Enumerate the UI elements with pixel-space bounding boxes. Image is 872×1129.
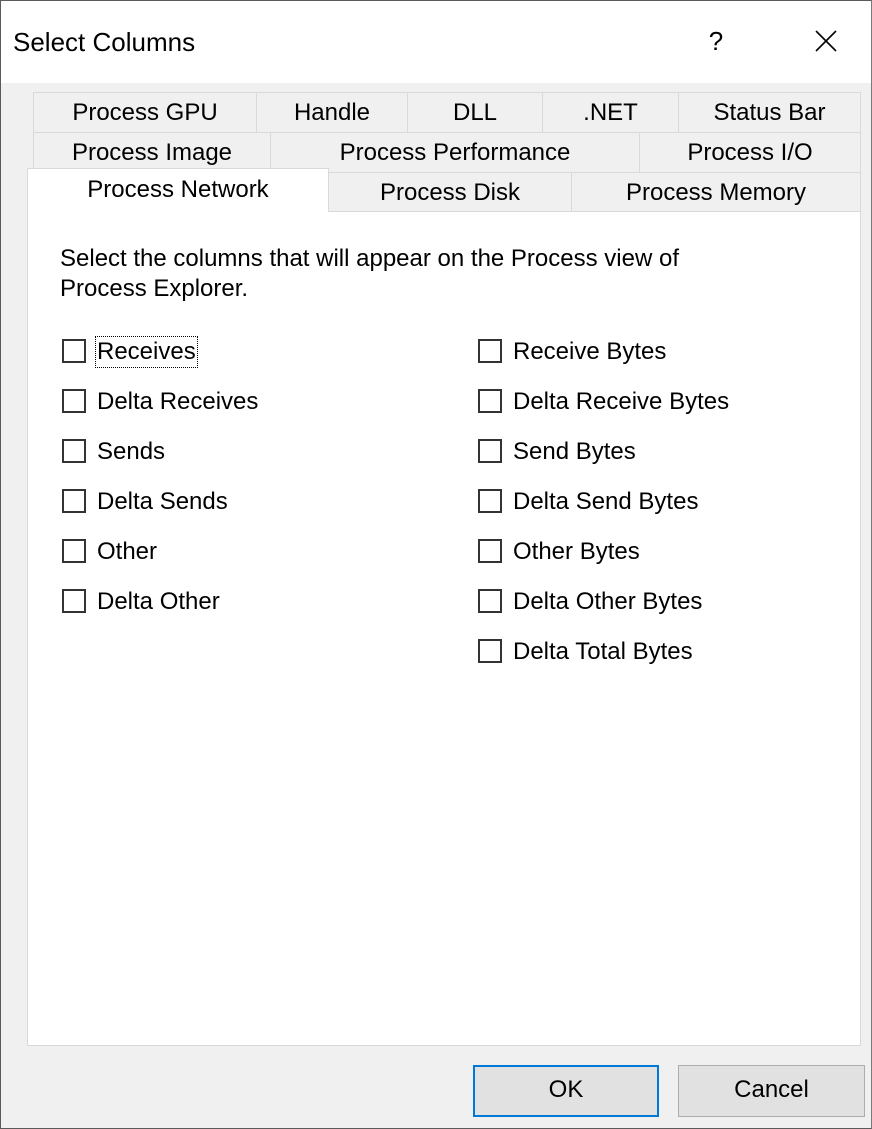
checkbox-box[interactable] — [478, 539, 502, 563]
checkbox-box[interactable] — [62, 439, 86, 463]
close-button[interactable] — [801, 19, 851, 63]
checkbox-label: Receives — [95, 336, 198, 368]
checkbox-label: Delta Other — [97, 588, 220, 615]
checkbox-label: Other Bytes — [513, 538, 640, 565]
tab-status-bar[interactable]: Status Bar — [678, 92, 861, 133]
checkbox-label: Send Bytes — [513, 438, 636, 465]
help-button[interactable]: ? — [693, 19, 739, 63]
tab-process-io[interactable]: Process I/O — [639, 132, 861, 173]
checkbox-box[interactable] — [62, 339, 86, 363]
tab-panel: Select the columns that will appear on t… — [27, 211, 861, 1046]
checkbox-box[interactable] — [478, 389, 502, 413]
checkbox-label: Delta Receives — [97, 388, 259, 415]
checkbox-box[interactable] — [478, 339, 502, 363]
ok-button[interactable]: OK — [473, 1065, 659, 1117]
checkbox-label: Delta Sends — [97, 488, 228, 515]
checkbox-label: Sends — [97, 438, 166, 465]
tab-dll[interactable]: DLL — [407, 92, 543, 133]
checkbox-box[interactable] — [478, 639, 502, 663]
tab-handle[interactable]: Handle — [256, 92, 408, 133]
tab-process-gpu[interactable]: Process GPU — [33, 92, 257, 133]
tab-process-performance[interactable]: Process Performance — [270, 132, 640, 173]
close-icon — [815, 30, 837, 52]
checkbox-box[interactable] — [62, 489, 86, 513]
panel-description: Select the columns that will appear on t… — [60, 245, 679, 302]
tab-dotnet[interactable]: .NET — [542, 92, 679, 133]
checkbox-box[interactable] — [62, 389, 86, 413]
title-bar: Select Columns ? — [1, 1, 871, 83]
checkbox-box[interactable] — [478, 489, 502, 513]
checkbox-box[interactable] — [478, 589, 502, 613]
checkbox-label: Delta Receive Bytes — [513, 388, 730, 415]
tab-process-network[interactable]: Process Network — [27, 168, 329, 212]
checkbox-label: Receive Bytes — [513, 338, 667, 365]
checkbox-label: Delta Send Bytes — [513, 488, 699, 515]
cancel-button[interactable]: Cancel — [678, 1065, 865, 1117]
checkbox-label: Delta Other Bytes — [513, 588, 703, 615]
tab-process-image[interactable]: Process Image — [33, 132, 271, 173]
checkbox-box[interactable] — [478, 439, 502, 463]
checkbox-box[interactable] — [62, 589, 86, 613]
tab-process-disk[interactable]: Process Disk — [328, 172, 572, 212]
select-columns-dialog: Select Columns ? Process GPU Handle DLL … — [0, 0, 872, 1129]
checkbox-label: Delta Total Bytes — [513, 638, 693, 665]
checkbox-box[interactable] — [62, 539, 86, 563]
dialog-title: Select Columns — [13, 27, 196, 57]
tab-process-memory[interactable]: Process Memory — [571, 172, 861, 212]
checkbox-label: Other — [97, 538, 158, 565]
